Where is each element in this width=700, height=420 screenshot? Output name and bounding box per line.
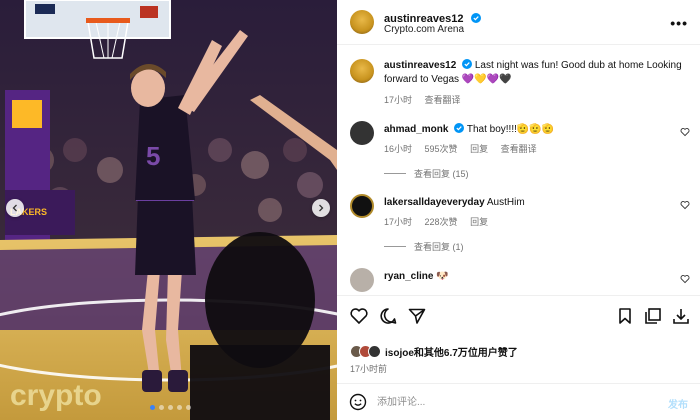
more-icon: •••: [670, 15, 688, 31]
caption-row: austinreaves12 Last night was fun! Good …: [337, 59, 700, 109]
comment-text: That boy!!!!🫡🫡🫡: [466, 124, 555, 135]
post-header: austinreaves12 Crypto.com Arena •••: [337, 0, 700, 45]
comment-username[interactable]: ahmad_monk: [384, 124, 448, 135]
view-replies-link[interactable]: 查看回复 (1): [384, 240, 464, 253]
comment-text-block: ryan_cline 🐶: [384, 270, 449, 284]
chevron-right-icon: [319, 204, 324, 212]
comment-username[interactable]: ryan_cline: [384, 271, 433, 282]
likes-text: isojoe和其他6.7万位用户赞了: [385, 344, 518, 359]
likes-suffix: 位用户赞了: [467, 347, 518, 359]
comment-meta: 17小时 228次赞 回复: [384, 215, 498, 228]
reply-link[interactable]: 回复: [470, 217, 488, 227]
heart-icon[interactable]: [680, 274, 690, 284]
carousel-dot: [159, 405, 164, 410]
replies-divider: [384, 173, 406, 174]
replies-divider: [384, 246, 406, 247]
heart-icon[interactable]: [680, 200, 690, 210]
author-avatar[interactable]: [350, 10, 374, 34]
carousel-dot: [150, 405, 155, 410]
heart-icon[interactable]: [349, 306, 369, 326]
carousel-dot: [186, 405, 191, 410]
carousel-prev-button[interactable]: [6, 199, 24, 217]
comment-composer: 发布: [337, 383, 700, 420]
post-comment-button[interactable]: 发布: [668, 396, 688, 411]
commenter-avatar[interactable]: [350, 268, 374, 292]
verified-icon: [462, 59, 473, 69]
post-photo: LAKERS crypto 5: [0, 0, 337, 420]
see-translation-link[interactable]: 查看翻译: [425, 95, 461, 105]
post-media[interactable]: LAKERS crypto 5: [0, 0, 337, 420]
commenter-avatar[interactable]: [350, 194, 374, 218]
comment-text: AustHim: [486, 197, 525, 208]
caption-text-block: austinreaves12 Last night was fun! Good …: [384, 59, 684, 87]
comment-time: 16小时: [384, 144, 413, 154]
post-timestamp: 17小时前: [350, 364, 388, 374]
comment-item: ryan_cline 🐶: [337, 268, 700, 294]
caption-username[interactable]: austinreaves12: [384, 60, 456, 71]
verified-icon: [470, 13, 481, 23]
liker-username[interactable]: isojoe和其他: [385, 348, 444, 359]
comment-item: lakersalldayeveryday AustHim 17小时 228次赞 …: [337, 194, 700, 254]
svg-text:crypto: crypto: [10, 379, 102, 412]
comment-meta: 16小时 595次赞 回复 查看翻译: [384, 142, 547, 155]
carousel-indicator: [150, 405, 191, 410]
download-icon[interactable]: [671, 306, 691, 326]
comment-text: 🐶: [436, 271, 449, 282]
view-replies-label: 查看回复 (15): [414, 169, 469, 179]
comment-input[interactable]: [377, 393, 647, 411]
svg-text:5: 5: [146, 141, 160, 171]
comment-item: ahmad_monk That boy!!!!🫡🫡🫡 16小时 595次赞 回复…: [337, 121, 700, 181]
post-panel: austinreaves12 Crypto.com Arena ••• aust…: [337, 0, 700, 420]
chevron-left-icon: [12, 204, 17, 212]
carousel-next-button[interactable]: [312, 199, 330, 217]
comment-text-block: ahmad_monk That boy!!!!🫡🫡🫡: [384, 123, 554, 137]
caption-time: 17小时: [384, 95, 413, 105]
see-translation-link[interactable]: 查看翻译: [501, 144, 537, 154]
comment-likes[interactable]: 228次赞: [425, 217, 458, 227]
more-options-button[interactable]: •••: [670, 15, 688, 31]
comment-username[interactable]: lakersalldayeveryday: [384, 197, 485, 208]
caption-avatar[interactable]: [350, 59, 374, 83]
add-collection-icon[interactable]: [643, 306, 663, 326]
comment-icon[interactable]: [378, 306, 398, 326]
carousel-dot: [168, 405, 173, 410]
view-replies-label: 查看回复 (1): [414, 242, 464, 252]
emoji-icon[interactable]: [349, 393, 367, 411]
heart-icon[interactable]: [680, 127, 690, 137]
comment-likes[interactable]: 595次赞: [425, 144, 458, 154]
reply-link[interactable]: 回复: [470, 144, 488, 154]
commenter-avatar[interactable]: [350, 121, 374, 145]
liker-avatar: [368, 344, 381, 358]
comment-time: 17小时: [384, 217, 413, 227]
post-location[interactable]: Crypto.com Arena: [384, 24, 464, 35]
bookmark-icon[interactable]: [615, 306, 635, 326]
comments-list[interactable]: austinreaves12 Last night was fun! Good …: [337, 46, 700, 294]
caption-meta: 17小时 查看翻译: [384, 93, 471, 106]
carousel-dot: [177, 405, 182, 410]
verified-icon: [454, 123, 465, 133]
share-icon[interactable]: [407, 306, 427, 326]
likes-count[interactable]: 6.7万: [444, 348, 468, 359]
view-replies-link[interactable]: 查看回复 (15): [384, 167, 469, 180]
likes-summary[interactable]: isojoe和其他6.7万位用户赞了: [350, 342, 518, 360]
post-actions: [337, 295, 700, 337]
comment-text-block: lakersalldayeveryday AustHim: [384, 196, 525, 210]
